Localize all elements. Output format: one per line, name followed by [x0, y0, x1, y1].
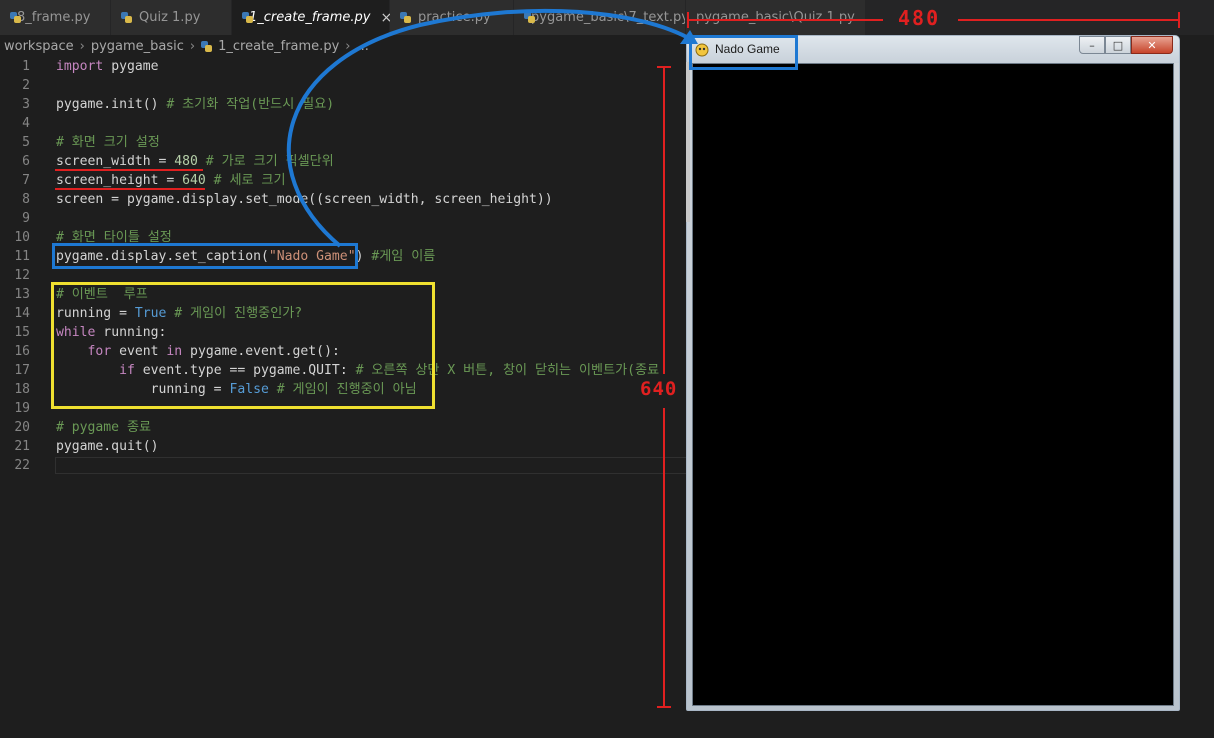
code-line: 5 # 화면 크기 설정 — [0, 133, 690, 152]
line-number: 7 — [22, 173, 30, 188]
line-number: 20 — [14, 420, 30, 435]
code-text: pygame.init() # 초기화 작업(반드시 필요) — [56, 97, 335, 112]
line-number: 12 — [14, 268, 30, 283]
editor-scrollbar-thumb[interactable] — [686, 62, 690, 222]
tab-label: 1_create_frame.py — [249, 10, 371, 25]
minimize-button[interactable]: – — [1079, 36, 1105, 54]
width-measure-tick-right — [1178, 12, 1180, 28]
width-measure-line-left — [687, 19, 883, 21]
code-line: 4 — [0, 114, 690, 133]
python-file-icon — [121, 12, 132, 23]
code-line: 22 — [0, 456, 690, 475]
event-loop-highlight-box — [51, 282, 435, 409]
line-number: 15 — [14, 325, 30, 340]
code-line: 2 — [0, 76, 690, 95]
breadcrumb-file[interactable]: 1_create_frame.py — [218, 39, 339, 54]
line-number: 21 — [14, 439, 30, 454]
tab-label: pygame_basic\Quiz 1.py — [696, 10, 855, 25]
chevron-right-icon: › — [79, 38, 85, 54]
python-file-icon — [400, 12, 411, 23]
chevron-right-icon: › — [189, 38, 196, 54]
tab-practice[interactable]: practice.py — [390, 0, 514, 35]
line-number: 10 — [14, 230, 30, 245]
tab-1-create-frame[interactable]: 1_create_frame.py × — [232, 0, 392, 35]
height-measure-label: 640 — [640, 378, 678, 400]
tab-label: 8_frame.py — [17, 10, 91, 25]
caption-highlight-box — [52, 243, 358, 269]
line-number: 9 — [22, 211, 30, 226]
code-line: 3 pygame.init() # 초기화 작업(반드시 필요) — [0, 95, 690, 114]
code-line: 1 import pygame — [0, 57, 690, 76]
game-canvas[interactable] — [692, 63, 1174, 706]
line-number: 5 — [22, 135, 30, 150]
python-file-icon — [201, 40, 213, 52]
code-line: 9 — [0, 209, 690, 228]
line-number: 22 — [14, 458, 30, 473]
game-window[interactable]: Nado Game – □ ✕ — [686, 35, 1180, 711]
line-number: 4 — [22, 116, 30, 131]
tab-8-frame[interactable]: 8_frame.py — [0, 0, 111, 35]
width-measure-line-right — [958, 19, 1180, 21]
line-number: 14 — [14, 306, 30, 321]
window-title-highlight-box — [689, 35, 798, 70]
line-number: 13 — [14, 287, 30, 302]
height-underline — [55, 188, 205, 190]
width-measure-label: 480 — [898, 6, 941, 30]
width-underline — [55, 169, 203, 171]
tab-bar: 8_frame.py Quiz 1.py 1_create_frame.py ×… — [0, 0, 1214, 35]
line-number: 1 — [22, 59, 30, 74]
tab-label: Quiz 1.py — [139, 10, 201, 25]
code-text: screen = pygame.display.set_mode((screen… — [56, 192, 553, 207]
breadcrumb-root[interactable]: workspace — [4, 39, 74, 54]
tab-7-text[interactable]: pygame_basic\7_text.py — [514, 0, 686, 35]
current-line-highlight — [55, 457, 690, 474]
tab-quiz-1[interactable]: Quiz 1.py — [111, 0, 232, 35]
code-line: 8 screen = pygame.display.set_mode((scree… — [0, 190, 690, 209]
line-number: 2 — [22, 78, 30, 93]
breadcrumb-more[interactable]: ... — [356, 39, 368, 54]
height-measure-tick-top — [657, 66, 671, 68]
width-measure-tick-left — [687, 12, 689, 28]
line-number: 3 — [22, 97, 30, 112]
code-text: import pygame — [56, 59, 159, 74]
code-text: # 화면 크기 설정 — [56, 135, 160, 150]
code-text: pygame.quit() — [56, 439, 159, 454]
tab-label: pygame_basic\7_text.py — [531, 10, 686, 25]
height-measure-line-bottom — [663, 408, 665, 708]
line-number: 17 — [14, 363, 30, 378]
line-number: 19 — [14, 401, 30, 416]
code-text: # pygame 종료 — [56, 420, 152, 435]
height-measure-tick-bottom — [657, 706, 671, 708]
line-number: 6 — [22, 154, 30, 169]
maximize-button[interactable]: □ — [1105, 36, 1131, 54]
window-controls: – □ ✕ — [1079, 36, 1173, 54]
line-number: 16 — [14, 344, 30, 359]
close-button[interactable]: ✕ — [1131, 36, 1173, 54]
code-line: 21 pygame.quit() — [0, 437, 690, 456]
height-measure-line-top — [663, 66, 665, 374]
line-number: 18 — [14, 382, 30, 397]
line-number: 11 — [14, 249, 30, 264]
tab-quiz-1-basic[interactable]: pygame_basic\Quiz 1.py — [686, 0, 866, 35]
tab-label: practice.py — [418, 10, 491, 25]
chevron-right-icon: › — [345, 38, 351, 54]
line-number: 8 — [22, 192, 30, 207]
breadcrumb: workspace › pygame_basic › 1_create_fram… — [0, 35, 704, 57]
code-line: 20 # pygame 종료 — [0, 418, 690, 437]
breadcrumb-folder[interactable]: pygame_basic — [91, 39, 184, 54]
